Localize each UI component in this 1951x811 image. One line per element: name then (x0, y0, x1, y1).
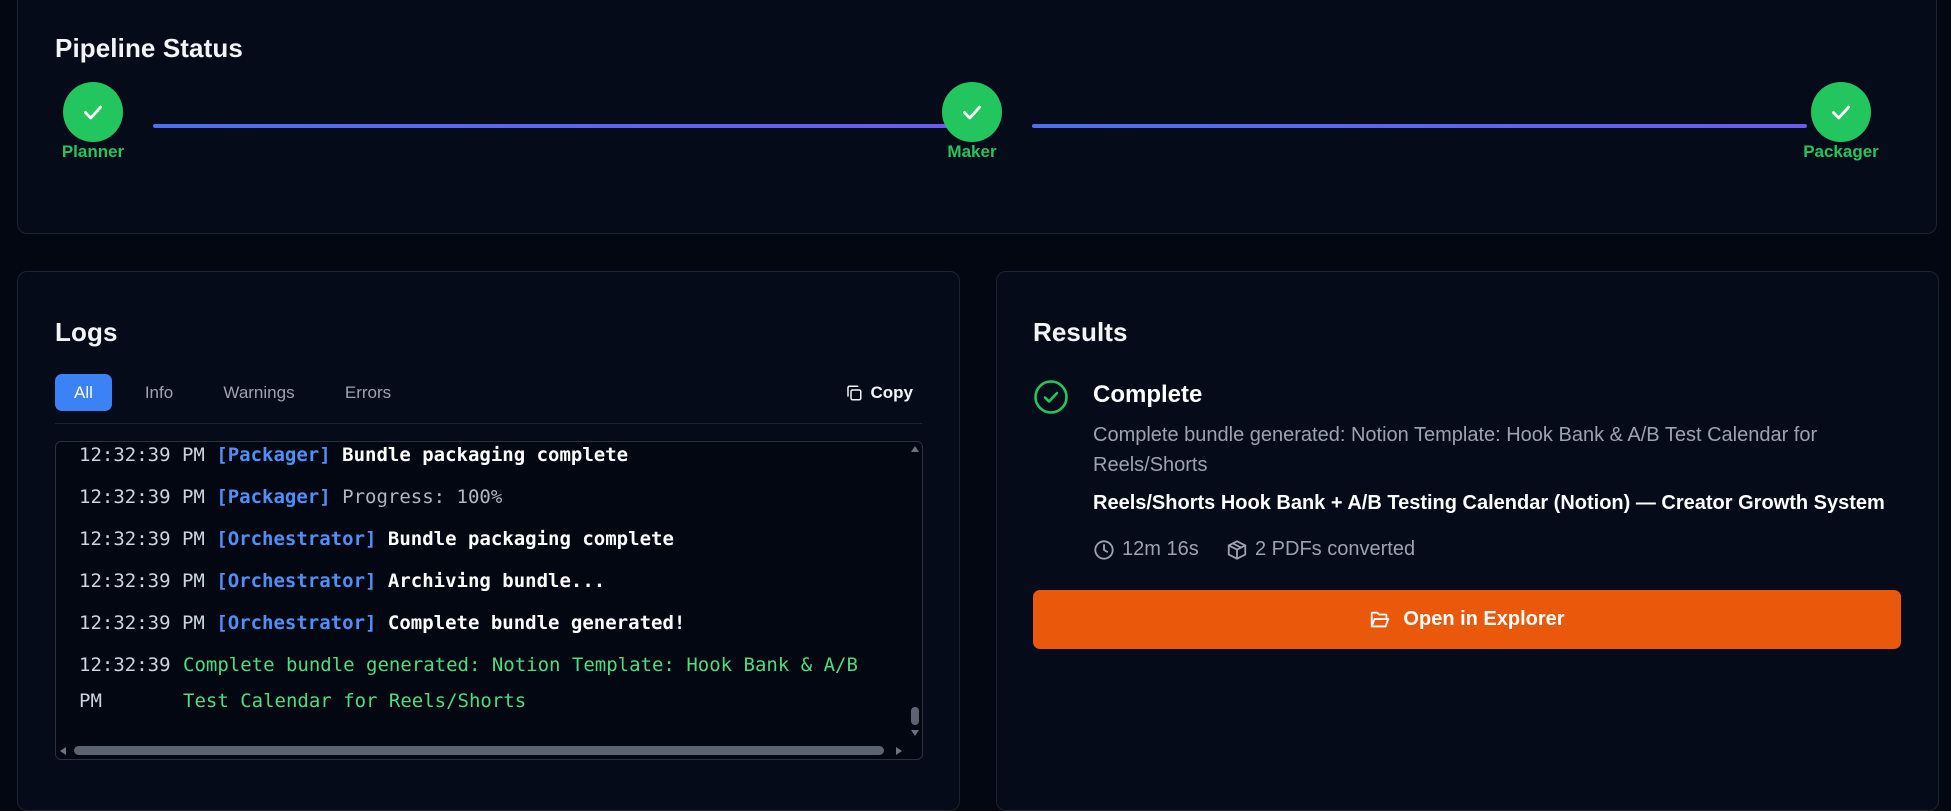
step-label-maker: Maker (947, 142, 997, 161)
scroll-left-icon[interactable] (60, 747, 66, 755)
copy-button[interactable]: Copy (845, 374, 914, 411)
log-time: 12:32:39 PM (79, 612, 205, 634)
folder-open-icon (1371, 611, 1390, 627)
log-source: [Packager] (216, 444, 331, 466)
log-line: 12:32:39 PM Complete bundle generated: N… (79, 647, 879, 719)
copy-icon (846, 385, 861, 400)
step-planner (63, 82, 123, 142)
log-message: Bundle packaging complete (342, 444, 629, 466)
log-output[interactable]: 12:32:39 PM [Packager] Bundle packaging … (55, 441, 923, 760)
log-time: 12:32:39 PM (79, 486, 205, 508)
step-label-planner: Planner (61, 142, 125, 161)
log-message: Complete bundle generated: Notion Templa… (183, 654, 858, 712)
log-source: [Orchestrator] (216, 570, 377, 592)
results-title: Results (1033, 317, 1128, 347)
log-line: 12:32:39 PM [Packager] Bundle packaging … (79, 442, 629, 473)
log-line: 12:32:39 PM [Orchestrator] Complete bund… (79, 605, 685, 641)
copy-label: Copy (870, 382, 914, 402)
log-message: Progress: 100% (342, 486, 503, 508)
open-in-explorer-button[interactable]: Open in Explorer (1033, 590, 1901, 649)
tab-all[interactable]: All (55, 374, 112, 411)
pdfs-text: 2 PDFs converted (1255, 538, 1416, 560)
log-time: 12:32:39 PM (79, 444, 205, 466)
logs-title: Logs (55, 317, 118, 347)
tab-errors[interactable]: Errors (330, 374, 406, 411)
tabs-divider (55, 423, 922, 424)
check-icon (84, 105, 102, 120)
log-source: [Orchestrator] (216, 612, 377, 634)
step-maker (942, 82, 1002, 142)
scroll-up-icon[interactable] (911, 446, 919, 452)
pipeline-status-card: Pipeline Status Planner Maker Packager (17, 0, 1937, 234)
result-description: Complete bundle generated: Notion Templa… (1093, 424, 1818, 476)
vertical-scrollbar[interactable] (908, 442, 922, 759)
product-title: Reels/Shorts Hook Bank + A/B Testing Cal… (1093, 492, 1885, 514)
step-connector (1032, 124, 1807, 128)
logs-card: Logs All Info Warnings Errors Copy 12:32… (17, 271, 960, 811)
pipeline-title: Pipeline Status (55, 33, 243, 63)
horizontal-scrollbar[interactable] (74, 746, 884, 755)
log-line: 12:32:39 PM [Packager] Progress: 100% (79, 479, 502, 515)
log-time: 12:32:39 PM (79, 654, 171, 712)
check-circle-icon (1034, 380, 1068, 414)
pdfs-meta: 2 PDFs converted (1226, 538, 1415, 561)
log-source: [Orchestrator] (216, 528, 377, 550)
results-card: Results Complete Complete bundle generat… (996, 271, 1939, 811)
log-line: 12:32:39 PM [Orchestrator] Bundle packag… (79, 521, 674, 557)
package-icon (1227, 539, 1247, 560)
duration-meta: 12m 16s (1093, 538, 1199, 561)
log-line: 12:32:39 PM [Orchestrator] Archiving bun… (79, 563, 605, 599)
duration-text: 12m 16s (1122, 538, 1199, 560)
tab-warnings[interactable]: Warnings (208, 374, 310, 411)
tab-info[interactable]: Info (131, 374, 187, 411)
check-icon (963, 105, 981, 120)
open-button-label: Open in Explorer (1403, 608, 1565, 630)
log-message: Archiving bundle... (387, 570, 606, 592)
log-message: Bundle packaging complete (387, 528, 674, 550)
result-status: Complete (1093, 381, 1203, 408)
log-source: [Packager] (216, 486, 331, 508)
check-icon (1832, 105, 1850, 120)
scroll-down-icon[interactable] (911, 730, 919, 736)
step-label-packager: Packager (1803, 142, 1879, 161)
log-time: 12:32:39 PM (79, 570, 205, 592)
clock-icon (1094, 539, 1114, 560)
log-time: 12:32:39 PM (79, 528, 205, 550)
scrollbar-thumb[interactable] (911, 707, 919, 725)
step-connector (153, 124, 948, 128)
log-message: Complete bundle generated! (387, 612, 686, 634)
scroll-right-icon[interactable] (896, 747, 902, 755)
step-packager (1811, 82, 1871, 142)
